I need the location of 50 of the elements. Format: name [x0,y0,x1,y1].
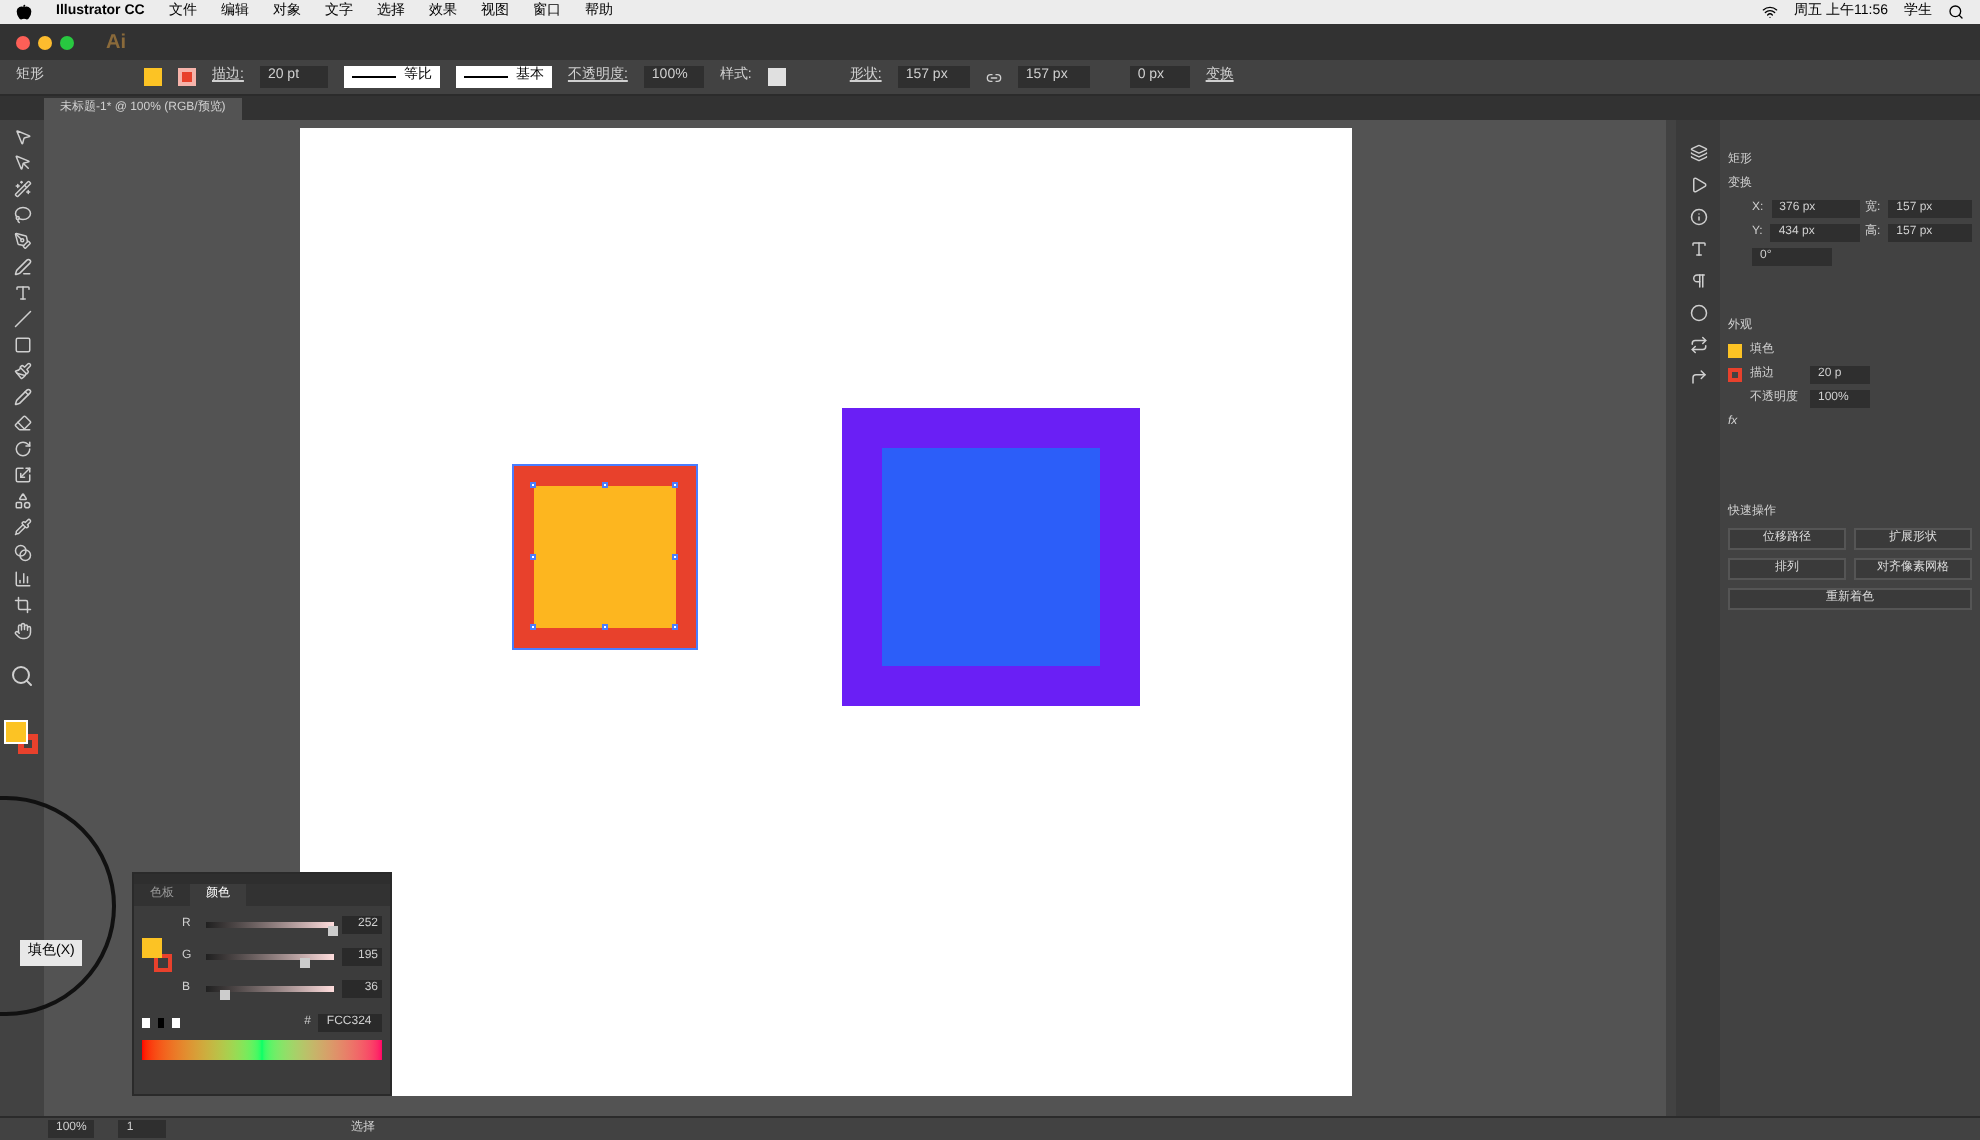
lasso-icon[interactable] [13,206,31,224]
graph-tool-icon[interactable] [13,570,31,588]
magic-wand-icon[interactable] [13,180,31,198]
none-swatch[interactable] [142,1018,150,1028]
wifi-icon[interactable] [1762,4,1779,20]
zoom-button[interactable] [60,35,74,49]
curvature-pen-icon[interactable] [13,258,31,276]
rectangle-tool-icon[interactable] [13,336,31,354]
default-stroke-swatch[interactable] [172,1018,181,1028]
fill-color-swatch[interactable] [142,938,162,958]
hand-tool-icon[interactable] [13,622,31,640]
close-button[interactable] [16,35,30,49]
direct-selection-icon[interactable] [13,154,31,172]
eraser-icon[interactable] [13,414,31,432]
app-logo: Ai [106,29,126,57]
shape-builder-icon[interactable] [13,492,31,510]
paragraph-icon[interactable] [1689,272,1707,290]
search-icon[interactable] [1948,4,1964,20]
layers-icon[interactable] [1689,144,1707,162]
play-icon[interactable] [1689,176,1707,194]
pencil-icon[interactable] [13,388,31,406]
zoom-tool-icon[interactable] [10,664,34,688]
stroke-swatch[interactable] [1728,368,1742,382]
artboard-tool-icon[interactable] [13,596,31,614]
export-icon[interactable] [1689,368,1707,386]
minimize-button[interactable] [38,35,52,49]
rotate-tool-icon[interactable] [13,440,31,458]
eyedropper-icon[interactable] [13,518,31,536]
info-icon[interactable] [1689,208,1707,226]
pen-tool-icon[interactable] [13,232,31,250]
fill-swatch[interactable] [144,68,162,86]
link-icon[interactable] [985,69,1002,85]
paintbrush-icon[interactable] [13,362,31,380]
slider-thumb[interactable] [220,989,231,999]
scale-tool-icon[interactable] [13,466,31,484]
transform-icon[interactable] [1689,336,1707,354]
fill-swatch[interactable] [1728,344,1742,358]
apple-icon[interactable] [16,4,32,20]
color-spectrum[interactable] [142,1040,382,1060]
selection-tool-icon[interactable] [13,128,31,146]
style-swatch[interactable] [767,68,786,86]
default-fill-swatch[interactable] [157,1018,165,1028]
blend-tool-icon[interactable] [13,544,31,562]
type-tool-icon[interactable] [13,284,31,302]
character-icon[interactable] [1689,240,1707,258]
slider-thumb[interactable] [299,957,310,967]
appearance-icon[interactable] [1689,304,1707,322]
line-tool-icon[interactable] [13,310,31,328]
fill-color-swatch[interactable] [4,720,28,744]
slider-thumb[interactable] [328,925,339,935]
